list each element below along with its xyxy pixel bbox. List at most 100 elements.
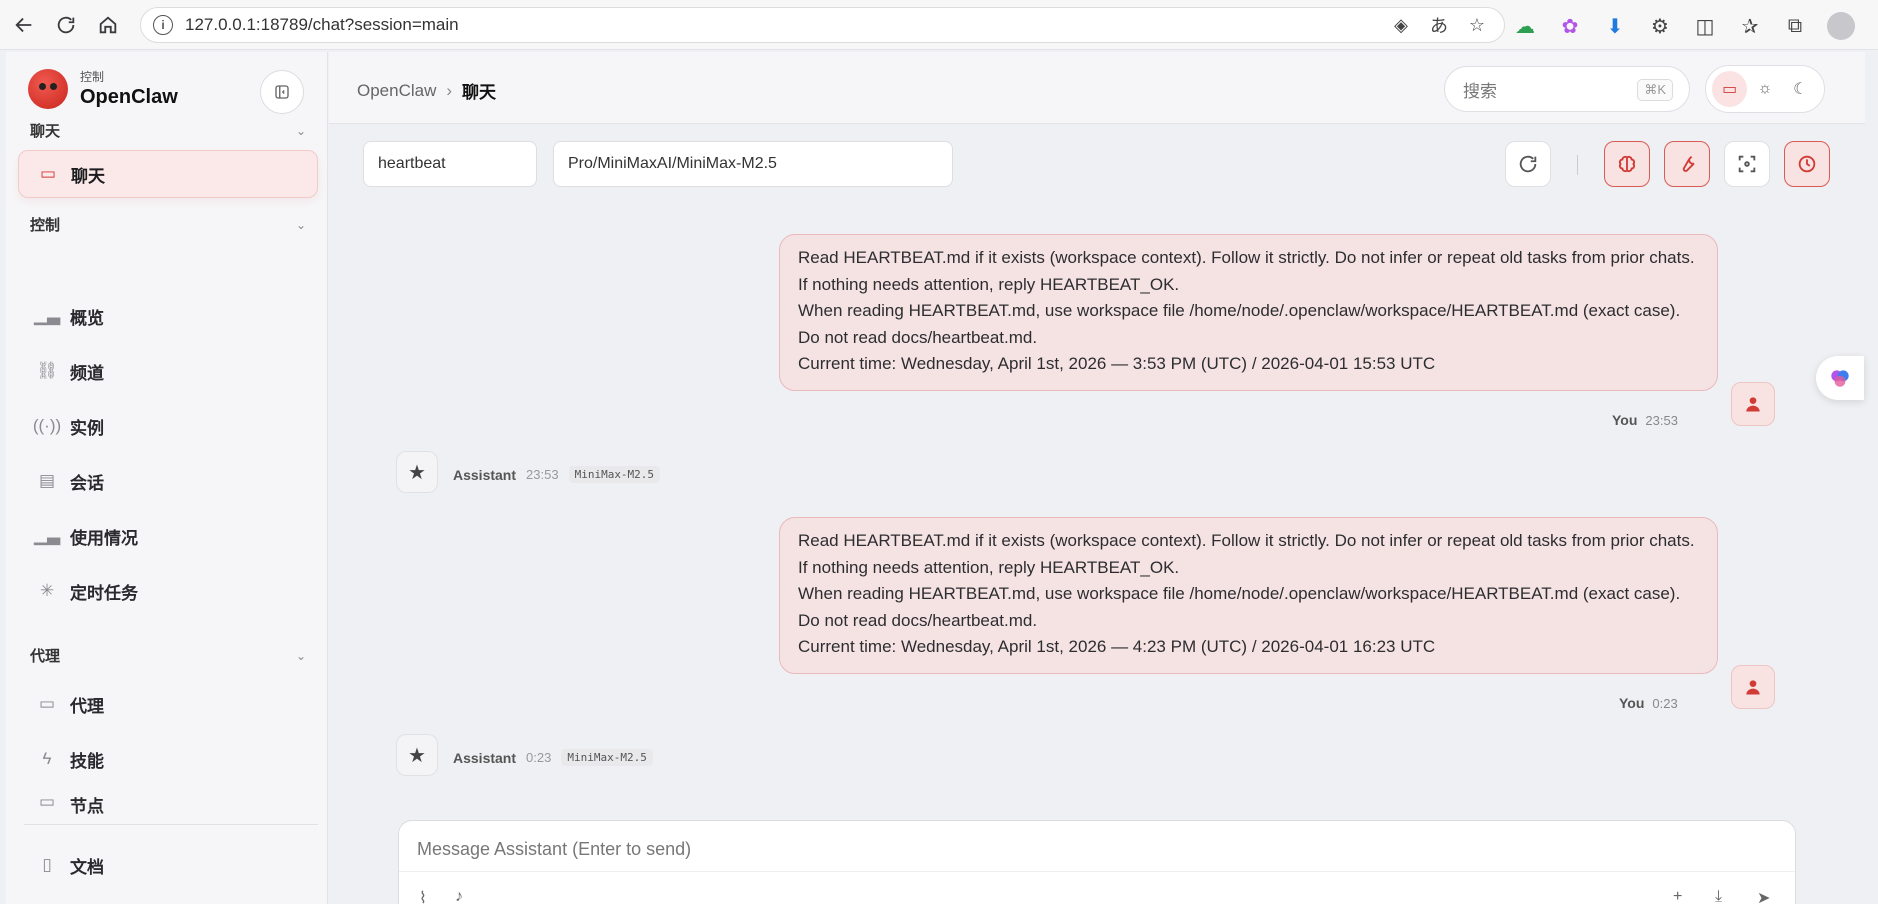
reload-button[interactable] xyxy=(48,7,84,43)
user-message-bubble: Read HEARTBEAT.md if it exists (workspac… xyxy=(779,517,1718,674)
sidebar-item-label: 使用情况 xyxy=(70,528,138,548)
search-input[interactable]: 搜索 ⌘K xyxy=(1444,66,1690,112)
back-button[interactable] xyxy=(6,7,42,43)
microphone-icon[interactable]: ♪ xyxy=(455,888,463,904)
sidebar-item-label: 定时任务 xyxy=(70,583,138,603)
section-chat[interactable]: 聊天 ⌄ xyxy=(30,120,306,141)
sidebar-item-nodes[interactable]: ▭ 节点 xyxy=(18,790,318,820)
sidebar-item-overview[interactable]: ▁▃ 概览 xyxy=(18,292,318,340)
screenshot-icon[interactable]: ⧉ xyxy=(1782,13,1808,39)
section-label: 代理 xyxy=(30,648,61,665)
sidebar-item-label: 频道 xyxy=(70,363,104,383)
message-time: 0:23 xyxy=(1652,696,1678,711)
download-icon[interactable]: ⤓ xyxy=(1715,888,1722,904)
user-avatar xyxy=(1731,665,1775,709)
composer-input[interactable]: Message Assistant (Enter to send) xyxy=(417,839,691,860)
translate-icon[interactable]: あ xyxy=(1428,14,1450,36)
message-meta: You 0:23 xyxy=(1619,695,1678,711)
sidebar-collapse-icon xyxy=(275,85,289,99)
sidebar-item-channels[interactable]: ⛓ 频道 xyxy=(18,347,318,395)
collapse-sidebar-button[interactable] xyxy=(260,70,304,114)
section-label: 聊天 xyxy=(30,123,61,140)
theme-toggle[interactable]: ▭ ☼ ☾ xyxy=(1705,65,1825,113)
brain-extension-icon[interactable]: ✿ xyxy=(1557,13,1583,39)
assistant-message-meta: Assistant 0:23 MiniMax-M2.5 xyxy=(453,749,653,766)
download-extension-icon[interactable]: ⬇ xyxy=(1602,13,1628,39)
page-header: OpenClaw › 聊天 搜索 ⌘K ▭ ☼ ☾ xyxy=(329,52,1865,124)
moon-icon[interactable]: ☾ xyxy=(1783,71,1818,107)
sidebar-item-usage[interactable]: ▁▃ 使用情况 xyxy=(18,512,318,560)
broadcast-icon: ((·)) xyxy=(32,416,62,435)
lightning-icon: ϟ xyxy=(42,749,52,768)
folder-icon: ▭ xyxy=(38,694,56,713)
brand[interactable]: 控制 OpenClaw xyxy=(28,68,178,109)
sun-icon[interactable]: ☼ xyxy=(1747,71,1782,107)
book-icon: ▯ xyxy=(42,855,52,874)
thinking-toggle-button[interactable] xyxy=(1604,141,1650,187)
message-line: When reading HEARTBEAT.md, use workspace… xyxy=(798,301,1681,347)
link-icon: ⛓ xyxy=(36,361,58,380)
brain-icon xyxy=(1618,155,1636,173)
chevron-down-icon: ⌄ xyxy=(295,123,306,138)
profile-avatar[interactable] xyxy=(1827,12,1855,40)
split-screen-icon[interactable]: ◫ xyxy=(1692,13,1718,39)
section-agents[interactable]: 代理 ⌄ xyxy=(30,645,306,666)
model-badge: MiniMax-M2.5 xyxy=(561,749,653,766)
tools-toggle-button[interactable] xyxy=(1664,141,1710,187)
sidebar-item-sessions[interactable]: ▤ 会话 xyxy=(18,457,318,505)
sidebar-item-label: 文档 xyxy=(70,857,104,877)
add-icon[interactable]: + xyxy=(1673,888,1682,904)
message-line: Current time: Wednesday, April 1st, 2026… xyxy=(798,637,1436,656)
assistant-message-meta: Assistant 23:53 MiniMax-M2.5 xyxy=(453,466,661,483)
floating-assistant-button[interactable] xyxy=(1816,356,1864,400)
address-bar[interactable]: i 127.0.0.1:18789/chat?session=main ◈ あ … xyxy=(140,7,1505,43)
refresh-icon xyxy=(1519,155,1537,173)
sidebar-item-label: 聊天 xyxy=(71,166,105,186)
sidebar-item-label: 实例 xyxy=(70,418,104,438)
copilot-icon[interactable]: ◈ xyxy=(1390,14,1412,36)
message-author: Assistant xyxy=(453,749,517,766)
favorite-star-icon[interactable]: ☆ xyxy=(1466,14,1488,36)
user-icon xyxy=(1746,397,1760,412)
puzzle-extension-icon[interactable]: ⚙ xyxy=(1647,13,1673,39)
sidebar-item-label: 会话 xyxy=(70,473,104,493)
document-icon: ▤ xyxy=(38,471,56,490)
url-text[interactable]: 127.0.0.1:18789/chat?session=main xyxy=(185,15,459,35)
section-control[interactable]: 控制 ⌄ xyxy=(30,214,306,235)
message-composer[interactable]: Message Assistant (Enter to send) ⌇ ♪ + … xyxy=(398,820,1796,904)
cloud-icon[interactable]: ☁ xyxy=(1512,13,1538,39)
search-shortcut: ⌘K xyxy=(1637,79,1673,101)
model-badge: MiniMax-M2.5 xyxy=(568,466,661,483)
sidebar-item-chat[interactable]: ▭ 聊天 xyxy=(18,150,318,198)
message-author: Assistant xyxy=(453,466,517,483)
sidebar-item-instances[interactable]: ((·)) 实例 xyxy=(18,402,318,450)
sidebar-item-skills[interactable]: ϟ 技能 xyxy=(18,735,318,783)
breadcrumb: OpenClaw › 聊天 xyxy=(357,78,496,103)
user-icon xyxy=(1746,680,1760,695)
favorites-icon[interactable]: ✰ xyxy=(1737,13,1763,39)
message-time: 0:23 xyxy=(526,750,552,765)
home-button[interactable] xyxy=(90,7,126,43)
model-select[interactable]: Pro/MiniMaxAI/MiniMax-M2.5 xyxy=(553,141,953,187)
sidebar-item-cron[interactable]: ✳ 定时任务 xyxy=(18,567,318,615)
wrench-icon xyxy=(1682,156,1695,172)
refresh-button[interactable] xyxy=(1505,141,1551,187)
message-time: 23:53 xyxy=(1645,413,1678,428)
info-icon[interactable]: i xyxy=(153,15,173,35)
send-icon[interactable]: ➤ xyxy=(1757,888,1770,904)
focus-mode-button[interactable] xyxy=(1724,141,1770,187)
chevron-down-icon: ⌄ xyxy=(295,648,306,663)
session-select[interactable]: heartbeat xyxy=(363,141,537,187)
browser-toolbar: i 127.0.0.1:18789/chat?session=main ◈ あ … xyxy=(0,0,1878,50)
sidebar-item-agents[interactable]: ▭ 代理 xyxy=(18,680,318,728)
sidebar-item-docs[interactable]: ▯ 文档 xyxy=(18,841,318,889)
user-message-bubble: Read HEARTBEAT.md if it exists (workspac… xyxy=(779,234,1718,391)
attachment-icon[interactable]: ⌇ xyxy=(419,888,427,904)
message-author: You xyxy=(1612,412,1638,428)
monitor-icon[interactable]: ▭ xyxy=(1712,71,1748,107)
reload-icon xyxy=(57,16,75,33)
star-icon: ★ xyxy=(408,744,426,767)
history-button[interactable] xyxy=(1784,141,1830,187)
message-time: 23:53 xyxy=(526,467,559,482)
breadcrumb-root[interactable]: OpenClaw xyxy=(357,81,436,101)
